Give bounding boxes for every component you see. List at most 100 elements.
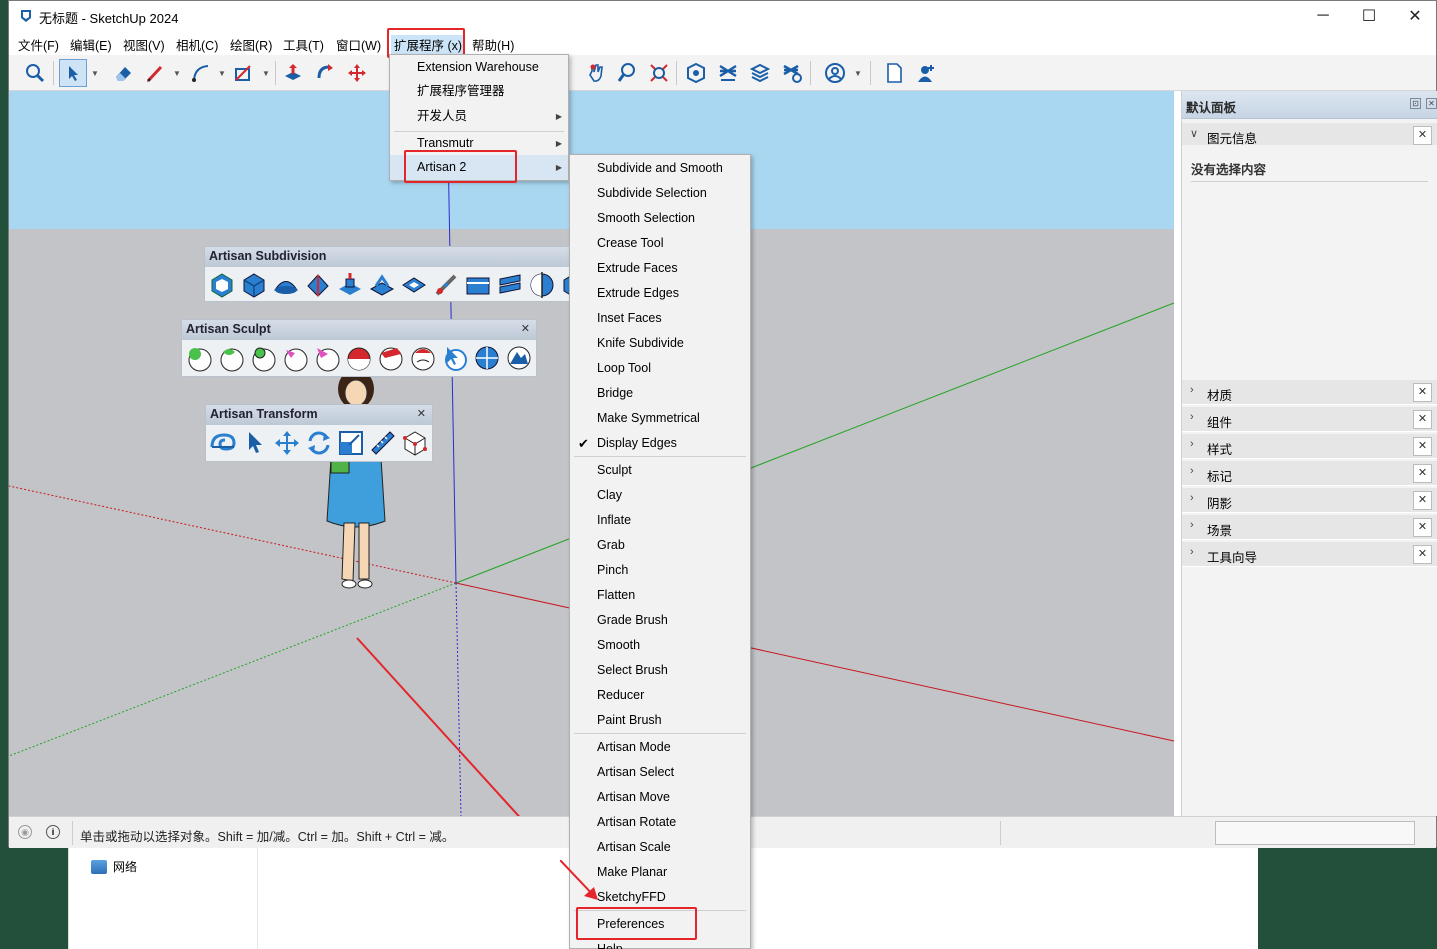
menu-item-display-edges[interactable]: ✔ Display Edges: [570, 431, 750, 456]
menu-item-select-brush[interactable]: Select Brush: [570, 658, 750, 683]
menu-item-artisan-mode[interactable]: Artisan Mode: [570, 735, 750, 760]
layers-stack-icon[interactable]: [746, 59, 774, 87]
close-icon[interactable]: ✕: [417, 407, 426, 420]
pinch-icon[interactable]: [313, 344, 341, 372]
chevron-down-icon[interactable]: ▼: [218, 69, 226, 78]
crease-tool-icon[interactable]: [304, 271, 332, 299]
menu-item-pinch[interactable]: Pinch: [570, 558, 750, 583]
menu-item-extension-warehouse[interactable]: Extension Warehouse: [390, 55, 568, 80]
close-icon[interactable]: ✕: [1426, 98, 1437, 109]
artisan-move-icon[interactable]: [273, 429, 301, 457]
menu-item-artisan-move[interactable]: Artisan Move: [570, 785, 750, 810]
menu-file[interactable]: 文件(F): [18, 35, 59, 54]
menu-item-artisan-rotate[interactable]: Artisan Rotate: [570, 810, 750, 835]
zoom-window-icon[interactable]: [645, 59, 673, 87]
zoom-icon[interactable]: [613, 59, 641, 87]
geolocation-icon[interactable]: ◉: [18, 825, 32, 839]
artisan-scale-icon[interactable]: [337, 429, 365, 457]
extension-warehouse-icon[interactable]: [714, 59, 742, 87]
close-icon[interactable]: ✕: [1413, 126, 1432, 145]
zoom-extents-icon[interactable]: [21, 59, 49, 87]
bridge-icon[interactable]: [496, 271, 524, 299]
menu-item-make-symmetrical[interactable]: Make Symmetrical: [570, 406, 750, 431]
reducer-icon[interactable]: [473, 344, 501, 372]
move-tool-icon[interactable]: [343, 59, 371, 87]
panel-instructor[interactable]: › 工具向导 ✕: [1182, 542, 1437, 567]
maximize-button[interactable]: ☐: [1346, 1, 1392, 31]
toolbar-title[interactable]: Artisan Transform ✕: [206, 405, 432, 425]
info-icon[interactable]: i: [46, 825, 60, 839]
menu-item-bridge[interactable]: Bridge: [570, 381, 750, 406]
inset-faces-icon[interactable]: [400, 271, 428, 299]
panel-components[interactable]: › 组件 ✕: [1182, 407, 1437, 432]
measurements-box[interactable]: [1215, 821, 1415, 845]
menu-item-flatten[interactable]: Flatten: [570, 583, 750, 608]
chevron-down-icon[interactable]: ▼: [854, 69, 862, 78]
close-icon[interactable]: ✕: [1413, 383, 1432, 402]
menu-edit[interactable]: 编辑(E): [70, 35, 112, 54]
menu-item-crease-tool[interactable]: Crease Tool: [570, 231, 750, 256]
chevron-down-icon[interactable]: ▼: [91, 69, 99, 78]
loop-tool-icon[interactable]: [464, 271, 492, 299]
paint-brush-icon[interactable]: [505, 344, 533, 372]
menu-item-inset-faces[interactable]: Inset Faces: [570, 306, 750, 331]
menu-item-loop-tool[interactable]: Loop Tool: [570, 356, 750, 381]
menu-item-extrude-edges[interactable]: Extrude Edges: [570, 281, 750, 306]
menu-item-knife-subdivide[interactable]: Knife Subdivide: [570, 331, 750, 356]
grade-brush-icon[interactable]: [377, 344, 405, 372]
menu-item-clay[interactable]: Clay: [570, 483, 750, 508]
follow-me-icon[interactable]: [311, 59, 339, 87]
toolbar-title[interactable]: Artisan Subdivision: [205, 247, 578, 267]
menu-help[interactable]: 帮助(H): [472, 35, 514, 54]
add-user-icon[interactable]: [912, 59, 940, 87]
minimize-button[interactable]: ─: [1300, 1, 1346, 31]
account-icon[interactable]: [821, 59, 849, 87]
panel-shadows[interactable]: › 阴影 ✕: [1182, 488, 1437, 513]
eraser-icon[interactable]: [109, 59, 137, 87]
menu-tools[interactable]: 工具(T): [283, 35, 324, 54]
chevron-down-icon[interactable]: ▼: [262, 69, 270, 78]
close-icon[interactable]: ✕: [1413, 518, 1432, 537]
inflate-icon[interactable]: [249, 344, 277, 372]
menu-draw[interactable]: 绘图(R): [230, 35, 272, 54]
menu-item-paint-brush[interactable]: Paint Brush: [570, 708, 750, 733]
menu-item-artisan-select[interactable]: Artisan Select: [570, 760, 750, 785]
sketchy-ffd-icon[interactable]: [401, 429, 429, 457]
select-tool-icon[interactable]: [59, 59, 87, 87]
menu-item-grab[interactable]: Grab: [570, 533, 750, 558]
close-icon[interactable]: ✕: [521, 322, 530, 335]
select-brush-icon[interactable]: [441, 344, 469, 372]
artisan-mode-icon[interactable]: [209, 429, 237, 457]
chevron-down-icon[interactable]: ▼: [173, 69, 181, 78]
menu-item-subdivide-selection[interactable]: Subdivide Selection: [570, 181, 750, 206]
menu-item-artisan-scale[interactable]: Artisan Scale: [570, 835, 750, 860]
flatten-icon[interactable]: [345, 344, 373, 372]
new-file-icon[interactable]: [880, 59, 908, 87]
menu-item-grade-brush[interactable]: Grade Brush: [570, 608, 750, 633]
panel-tags[interactable]: › 标记 ✕: [1182, 461, 1437, 486]
menu-item-smooth[interactable]: Smooth: [570, 633, 750, 658]
extrude-faces-icon[interactable]: [336, 271, 364, 299]
close-icon[interactable]: ✕: [1413, 464, 1432, 483]
toolbar-title[interactable]: Artisan Sculpt ✕: [182, 320, 536, 340]
rectangle-tool-icon[interactable]: [229, 59, 257, 87]
network-nav-item[interactable]: 网络: [91, 858, 137, 875]
extension-settings-icon[interactable]: [778, 59, 806, 87]
panel-materials[interactable]: › 材质 ✕: [1182, 380, 1437, 405]
menu-item-reducer[interactable]: Reducer: [570, 683, 750, 708]
menu-item-sculpt[interactable]: Sculpt: [570, 458, 750, 483]
close-icon[interactable]: ✕: [1413, 410, 1432, 429]
menu-item-extrude-faces[interactable]: Extrude Faces: [570, 256, 750, 281]
push-pull-icon[interactable]: [279, 59, 307, 87]
sculpt-icon[interactable]: [185, 344, 213, 372]
knife-subdivide-icon[interactable]: [432, 271, 460, 299]
menu-view[interactable]: 视图(V): [123, 35, 165, 54]
arc-tool-icon[interactable]: [187, 59, 215, 87]
close-icon[interactable]: ✕: [1413, 437, 1432, 456]
pencil-line-icon[interactable]: [141, 59, 169, 87]
extrude-edges-icon[interactable]: [368, 271, 396, 299]
menu-item-extension-manager[interactable]: 扩展程序管理器: [390, 79, 568, 104]
menu-window[interactable]: 窗口(W): [336, 35, 381, 54]
close-button[interactable]: ✕: [1392, 1, 1437, 31]
subdivide-selection-icon[interactable]: [240, 271, 268, 299]
